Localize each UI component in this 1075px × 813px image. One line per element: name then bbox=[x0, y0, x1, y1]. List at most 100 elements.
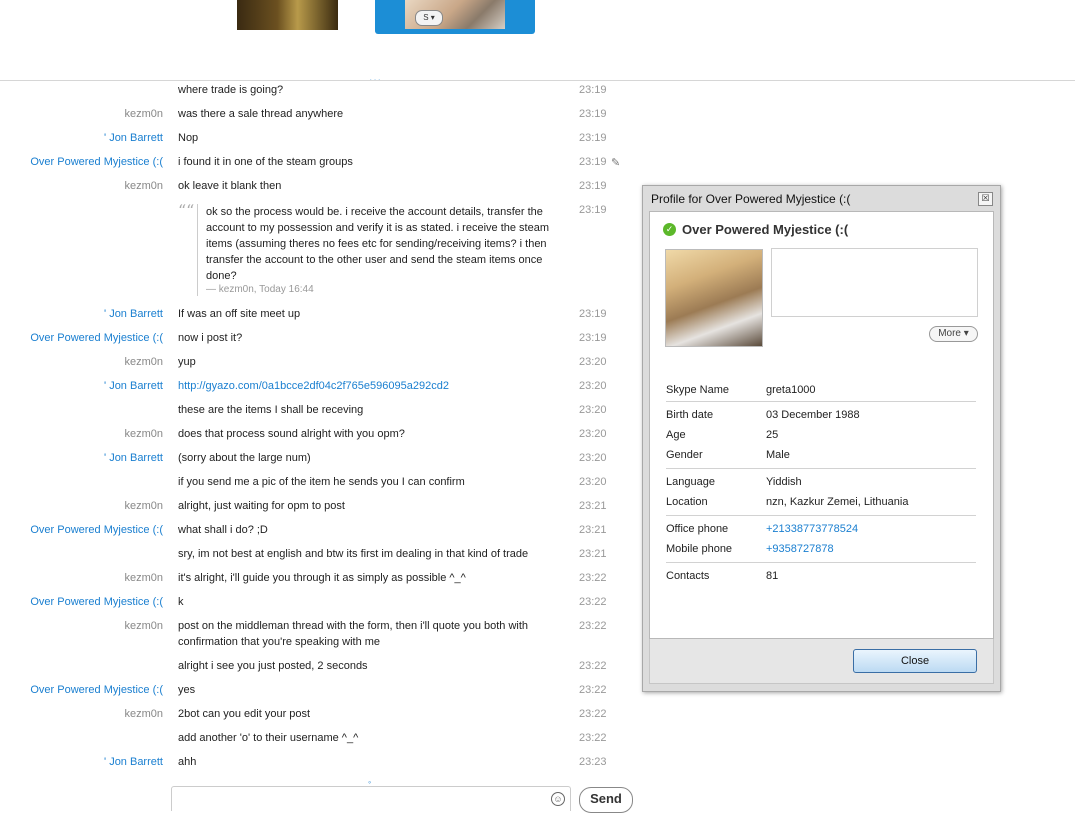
message-sender[interactable]: ' Jon Barrett bbox=[104, 132, 163, 144]
message-time: 23:22 bbox=[579, 660, 607, 672]
message-time: 23:21 bbox=[579, 500, 607, 512]
field-value: greta1000 bbox=[766, 384, 816, 396]
message-time: 23:20 bbox=[579, 428, 607, 440]
online-status-icon: ✓ bbox=[663, 223, 676, 236]
skype-status-icon[interactable]: S ▾ bbox=[415, 10, 443, 26]
message-text: yup bbox=[178, 356, 196, 368]
message-time: 23:19 bbox=[579, 156, 607, 168]
edited-icon: ✎ bbox=[611, 157, 621, 169]
message-text: was there a sale thread anywhere bbox=[178, 108, 344, 120]
separator bbox=[666, 562, 976, 563]
profile-dialog: Profile for Over Powered Myjestice (:( ☒… bbox=[642, 185, 1001, 692]
message-text: sry, im not best at english and btw its … bbox=[178, 548, 529, 560]
separator bbox=[666, 401, 976, 402]
message-time: 23:19 bbox=[579, 308, 607, 320]
message-sender[interactable]: kezm0n bbox=[124, 356, 163, 368]
message-time: 23:20 bbox=[579, 380, 607, 392]
message-time: 23:22 bbox=[579, 596, 607, 608]
quoted-message: ““ ok so the process would be. i receive… bbox=[0, 201, 640, 300]
message-text: If was an off site meet up bbox=[178, 308, 301, 320]
message-text: k bbox=[178, 596, 184, 608]
message-time: 23:19 bbox=[579, 132, 607, 144]
message-sender[interactable]: kezm0n bbox=[124, 500, 163, 512]
send-button[interactable]: Send bbox=[579, 787, 633, 813]
message-time: 23:19 bbox=[579, 84, 607, 96]
message-sender[interactable]: ' Jon Barrett bbox=[104, 308, 163, 320]
field-value: Male bbox=[766, 449, 790, 461]
message-text: i found it in one of the steam groups bbox=[178, 156, 353, 168]
message-text: ok leave it blank then bbox=[178, 180, 282, 192]
message-text: these are the items I shall be receving bbox=[178, 404, 364, 416]
message-text: now i post it? bbox=[178, 332, 243, 344]
close-button[interactable]: Close bbox=[853, 649, 977, 673]
message-time: 23:20 bbox=[579, 476, 607, 488]
message-sender[interactable]: kezm0n bbox=[124, 428, 163, 440]
message-time: 23:20 bbox=[579, 452, 607, 464]
separator bbox=[666, 515, 976, 516]
message-text: if you send me a pic of the item he send… bbox=[178, 476, 465, 488]
message-text: 2bot can you edit your post bbox=[178, 708, 311, 720]
message-sender[interactable]: kezm0n bbox=[124, 108, 163, 120]
quote-bar bbox=[197, 204, 198, 296]
active-contact-thumbnail[interactable]: S ▾ bbox=[375, 0, 535, 34]
phone-link[interactable]: +21338773778524 bbox=[766, 523, 858, 535]
profile-name: Over Powered Myjestice (:( bbox=[682, 222, 849, 237]
close-icon[interactable]: ☒ bbox=[978, 192, 993, 206]
message-sender[interactable]: kezm0n bbox=[124, 708, 163, 720]
more-button[interactable]: More ▾ bbox=[929, 326, 978, 342]
dialog-title: Profile for Over Powered Myjestice (:( bbox=[651, 192, 851, 206]
message-time: 23:20 bbox=[579, 356, 607, 368]
message-text: alright, just waiting for opm to post bbox=[178, 500, 345, 512]
message-sender[interactable]: ' Jon Barrett bbox=[104, 756, 163, 768]
contact-thumbnail[interactable] bbox=[237, 0, 338, 30]
message-time: 23:22 bbox=[579, 684, 607, 696]
message-text: add another 'o' to their username ^_^ bbox=[178, 732, 359, 744]
message-time: 23:22 bbox=[579, 572, 607, 584]
message-text: post on the middleman thread with the fo… bbox=[178, 620, 529, 632]
quote-text: ok so the process would be. i receive th… bbox=[206, 206, 549, 282]
field-label: Office phone bbox=[666, 523, 729, 535]
avatar bbox=[665, 249, 763, 347]
quote-source: — kezm0n, Today 16:44 bbox=[206, 284, 314, 295]
field-value: 25 bbox=[766, 429, 779, 441]
message-time: 23:22 bbox=[579, 620, 607, 632]
mood-message-box bbox=[771, 248, 978, 317]
message-sender[interactable]: ' Jon Barrett bbox=[104, 380, 163, 392]
field-label: Location bbox=[666, 496, 708, 508]
message-time: 23:19 bbox=[579, 204, 607, 216]
message-input[interactable] bbox=[171, 786, 571, 811]
field-value: nzn, Kazkur Zemei, Lithuania bbox=[766, 496, 909, 508]
message-sender[interactable]: Over Powered Myjestice (:( bbox=[30, 596, 163, 608]
field-label: Contacts bbox=[666, 570, 710, 582]
message-sender[interactable]: Over Powered Myjestice (:( bbox=[30, 332, 163, 344]
message-text: does that process sound alright with you… bbox=[178, 428, 405, 440]
message-sender[interactable]: Over Powered Myjestice (:( bbox=[30, 524, 163, 536]
field-label: Gender bbox=[666, 449, 703, 461]
message-text-line2: confirmation that you're speaking with m… bbox=[178, 636, 381, 648]
quote-icon: ““ bbox=[178, 201, 195, 220]
emoticon-icon[interactable]: ☺ bbox=[551, 792, 565, 806]
message-sender[interactable]: Over Powered Myjestice (:( bbox=[30, 156, 163, 168]
more-dots-indicator[interactable]: ... bbox=[369, 70, 382, 84]
message-time: 23:21 bbox=[579, 548, 607, 560]
message-time: 23:21 bbox=[579, 524, 607, 536]
message-link[interactable]: http://gyazo.com/0a1bcce2df04c2f765e5960… bbox=[178, 380, 558, 392]
phone-link[interactable]: +9358727878 bbox=[766, 543, 834, 555]
message-sender[interactable]: kezm0n bbox=[124, 180, 163, 192]
message-sender[interactable]: Over Powered Myjestice (:( bbox=[30, 684, 163, 696]
message-time: 23:23 bbox=[579, 756, 607, 768]
conversation-header: S ▾ ... bbox=[0, 0, 1075, 84]
header-divider bbox=[0, 80, 1075, 81]
message-text: it's alright, i'll guide you through it … bbox=[178, 572, 466, 584]
message-sender[interactable]: kezm0n bbox=[124, 620, 163, 632]
message-text: ahh bbox=[178, 756, 197, 768]
message-sender[interactable]: ' Jon Barrett bbox=[104, 452, 163, 464]
message-time: 23:19 bbox=[579, 332, 607, 344]
message-sender[interactable]: kezm0n bbox=[124, 572, 163, 584]
message-text: alright i see you just posted, 2 seconds bbox=[178, 660, 368, 672]
message-text: where trade is going? bbox=[178, 84, 284, 96]
message-time: 23:20 bbox=[579, 404, 607, 416]
dialog-footer: Close bbox=[649, 639, 994, 684]
field-label: Skype Name bbox=[666, 384, 729, 396]
message-text: what shall i do? ;D bbox=[178, 524, 268, 536]
